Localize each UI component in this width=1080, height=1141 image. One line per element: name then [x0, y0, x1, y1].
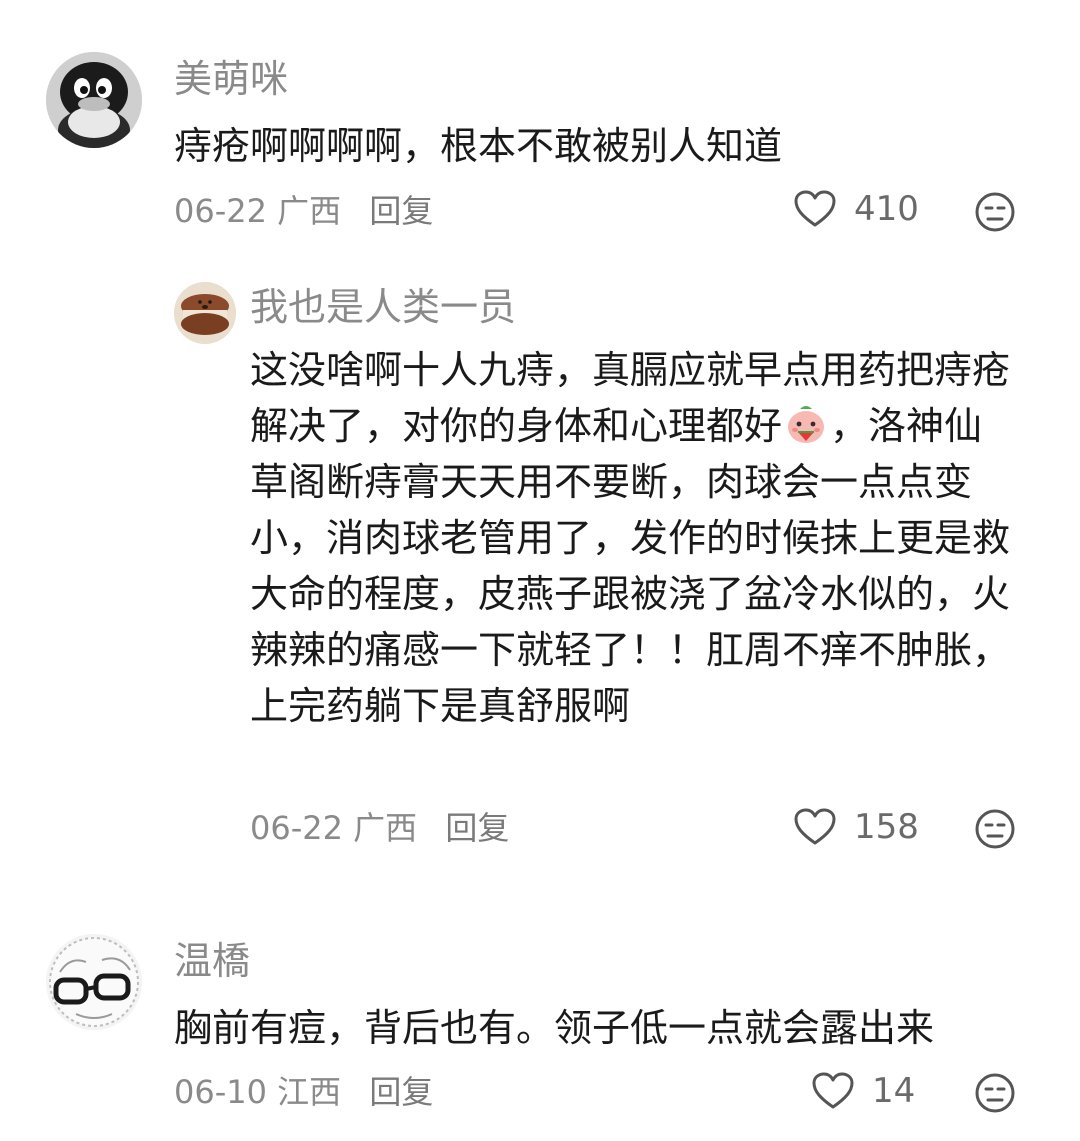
comment-date: 06-22 [250, 809, 343, 847]
comment-location: 广西 [353, 809, 418, 847]
username[interactable]: 我也是人类一员 [250, 288, 516, 326]
heart-icon [812, 1072, 854, 1109]
username[interactable]: 温橋 [174, 942, 250, 980]
like-count: 158 [854, 807, 919, 847]
heart-icon [794, 190, 836, 227]
username[interactable]: 美萌咪 [174, 60, 288, 98]
avatar[interactable] [46, 934, 142, 1030]
comment-date: 06-22 [174, 192, 267, 230]
comment-location: 广西 [277, 192, 342, 230]
comment-meta: 06-22 广西 回复 [250, 812, 509, 844]
comment-text: 痔疮啊啊啊啊，根本不敢被别人知道 [174, 124, 783, 168]
comment-item: 温橋 胸前有痘，背后也有。领子低一点就会露出来 06-10 江西 回复 14 [0, 880, 1080, 1141]
reply-button[interactable]: 回复 [369, 192, 433, 230]
comment-date: 06-10 [174, 1073, 267, 1111]
dislike-button[interactable] [974, 808, 1016, 850]
like-button[interactable]: 158 [794, 808, 919, 846]
reply-comment-item: 我也是人类一员 这没啥啊十人九痔，真膈应就早点用药把痔疮解决了，对你的身体和心理… [0, 260, 1080, 880]
comment-location: 江西 [277, 1073, 342, 1111]
avatar[interactable] [46, 52, 142, 148]
comment-text: 这没啥啊十人九痔，真膈应就早点用药把痔疮解决了，对你的身体和心理都好 ，洛神仙草… [250, 342, 1010, 734]
like-count: 410 [854, 189, 919, 229]
comment-text: 胸前有痘，背后也有。领子低一点就会露出来 [174, 1006, 935, 1050]
dislike-button[interactable] [974, 1072, 1016, 1114]
watermelon-smile-emoji [782, 399, 830, 447]
like-button[interactable]: 410 [794, 190, 919, 228]
comment-meta: 06-10 江西 回复 [174, 1076, 433, 1108]
meh-face-icon [975, 809, 1015, 849]
meh-face-icon [975, 192, 1015, 232]
glasses-sketch-avatar-icon [46, 934, 142, 1030]
like-count: 14 [872, 1071, 916, 1111]
comment-text-part2: ，洛神仙草阁断痔膏天天用不要断，肉球会一点点变小，消肉球老管用了，发作的时候抹上… [250, 404, 1011, 728]
comment-item: 美萌咪 痔疮啊啊啊啊，根本不敢被别人知道 06-22 广西 回复 410 [0, 0, 1080, 260]
meh-face-icon [975, 1073, 1015, 1113]
reply-button[interactable]: 回复 [369, 1073, 433, 1111]
penguin-avatar-icon [46, 52, 142, 148]
heart-icon [794, 808, 836, 845]
reply-button[interactable]: 回复 [445, 809, 509, 847]
comment-meta: 06-22 广西 回复 [174, 195, 433, 227]
macaron-avatar-icon [174, 282, 236, 344]
dislike-button[interactable] [974, 191, 1016, 233]
avatar[interactable] [174, 282, 236, 344]
like-button[interactable]: 14 [812, 1072, 915, 1110]
